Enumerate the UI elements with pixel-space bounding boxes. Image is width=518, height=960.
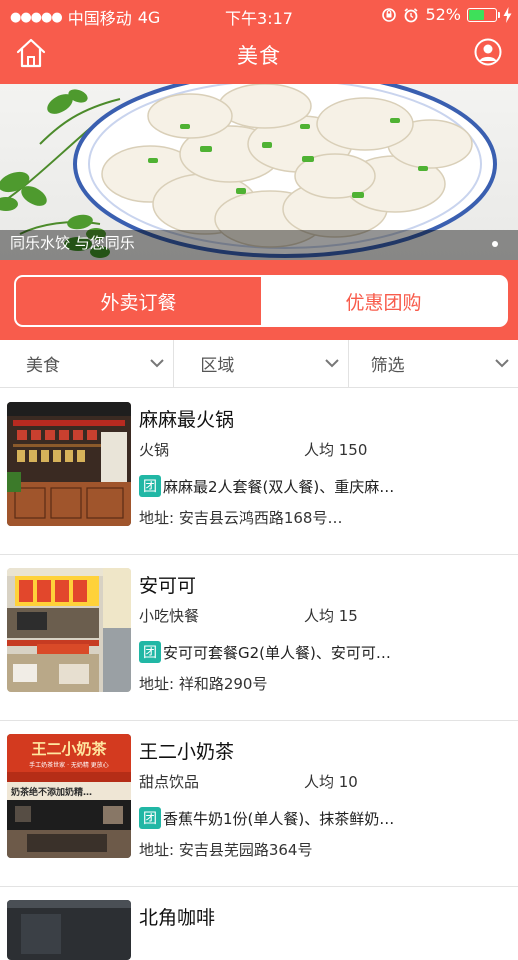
banner-carousel[interactable]: 同乐水饺 与您同乐 <box>0 84 518 260</box>
average-price: 人均 10 <box>304 773 358 791</box>
app-header: ●●●●● 中国移动 4G 下午3:17 52% 美食 <box>0 0 518 84</box>
tab-group-deals[interactable]: 优惠团购 <box>261 277 506 325</box>
carousel-page-indicator[interactable] <box>492 241 498 247</box>
filter-bar: 美食 区域 筛选 <box>0 340 518 388</box>
segment-area: 外卖订餐 优惠团购 <box>0 260 518 340</box>
filter-label: 美食 <box>26 356 60 376</box>
restaurant-category: 甜点饮品 <box>139 773 200 791</box>
list-item[interactable]: 王二小奶茶 手工奶茶世家 · 无奶精 更放心 奶茶绝不添加奶精… 王二小奶茶 甜… <box>0 721 518 887</box>
filter-area[interactable]: 区域 <box>174 340 349 387</box>
status-right: 52% <box>381 5 512 24</box>
group-deal-badge: 团 <box>139 641 161 663</box>
deal-line: 团 香蕉牛奶1份(单人餐)、抹茶鲜奶… <box>139 807 394 829</box>
chevron-down-icon <box>150 359 165 368</box>
deal-text: 香蕉牛奶1份(单人餐)、抹茶鲜奶… <box>163 809 395 828</box>
battery-icon <box>467 7 500 22</box>
chevron-down-icon <box>495 359 509 368</box>
restaurant-address: 地址: 安吉县云鸿西路168号… <box>139 509 343 527</box>
deal-text: 麻麻最2人套餐(双人餐)、重庆麻… <box>163 477 395 496</box>
restaurant-name: 安可可 <box>139 575 197 597</box>
shop-sign-text: 王二小奶茶 <box>31 740 107 758</box>
tab-takeout[interactable]: 外卖订餐 <box>16 277 261 325</box>
restaurant-name: 麻麻最火锅 <box>139 409 235 431</box>
group-deal-badge: 团 <box>139 475 161 497</box>
user-icon[interactable] <box>474 38 502 66</box>
group-deal-badge: 团 <box>139 807 161 829</box>
restaurant-photo <box>7 402 131 526</box>
list-item[interactable]: 安可可 小吃快餐 人均 15 团 安可可套餐G2(单人餐)、安可可… 地址: 祥… <box>0 555 518 721</box>
list-item[interactable]: 麻麻最火锅 火锅 人均 150 团 麻麻最2人套餐(双人餐)、重庆麻… 地址: … <box>0 389 518 555</box>
average-price: 人均 15 <box>304 607 358 625</box>
segment-control: 外卖订餐 优惠团购 <box>14 275 508 327</box>
restaurant-address: 地址: 安吉县芜园路364号 <box>139 841 313 859</box>
restaurant-thumbnail <box>7 900 131 960</box>
battery-level-fill <box>469 9 484 20</box>
deal-line: 团 麻麻最2人套餐(双人餐)、重庆麻… <box>139 475 394 497</box>
restaurant-name: 北角咖啡 <box>139 907 216 929</box>
shop-strip-text: 奶茶绝不添加奶精… <box>10 786 92 798</box>
filter-category[interactable]: 美食 <box>0 340 175 387</box>
restaurant-photo: 王二小奶茶 手工奶茶世家 · 无奶精 更放心 奶茶绝不添加奶精… <box>7 734 131 858</box>
list-item[interactable]: 北角咖啡 <box>0 887 518 960</box>
restaurant-category: 火锅 <box>139 441 170 459</box>
restaurant-address: 地址: 祥和路290号 <box>139 675 268 693</box>
average-price: 人均 150 <box>304 441 368 459</box>
deal-text: 安可可套餐G2(单人餐)、安可可… <box>163 643 391 662</box>
shop-sign-subtext: 手工奶茶世家 · 无奶精 更放心 <box>29 761 109 769</box>
banner-caption: 同乐水饺 与您同乐 <box>10 234 135 252</box>
alarm-icon <box>404 7 418 22</box>
restaurant-thumbnail: 王二小奶茶 手工奶茶世家 · 无奶精 更放心 奶茶绝不添加奶精… <box>7 734 131 858</box>
filter-sort[interactable]: 筛选 <box>349 340 518 387</box>
chevron-down-icon <box>324 359 339 368</box>
deal-line: 团 安可可套餐G2(单人餐)、安可可… <box>139 641 391 663</box>
status-bar: ●●●●● 中国移动 4G 下午3:17 52% <box>0 0 518 30</box>
restaurant-list: 麻麻最火锅 火锅 人均 150 团 麻麻最2人套餐(双人餐)、重庆麻… 地址: … <box>0 389 518 960</box>
nav-bar: 美食 <box>0 30 518 84</box>
restaurant-category: 小吃快餐 <box>139 607 200 625</box>
page-title: 美食 <box>237 44 281 68</box>
orientation-lock-icon <box>382 7 397 22</box>
restaurant-thumbnail <box>7 568 131 692</box>
restaurant-photo <box>7 900 131 960</box>
charging-icon <box>503 6 512 23</box>
restaurant-thumbnail <box>7 402 131 526</box>
filter-label: 区域 <box>200 356 235 376</box>
restaurant-name: 王二小奶茶 <box>139 741 235 763</box>
filter-label: 筛选 <box>370 356 405 376</box>
restaurant-photo <box>7 568 131 692</box>
battery-percent: 52% <box>425 5 461 24</box>
